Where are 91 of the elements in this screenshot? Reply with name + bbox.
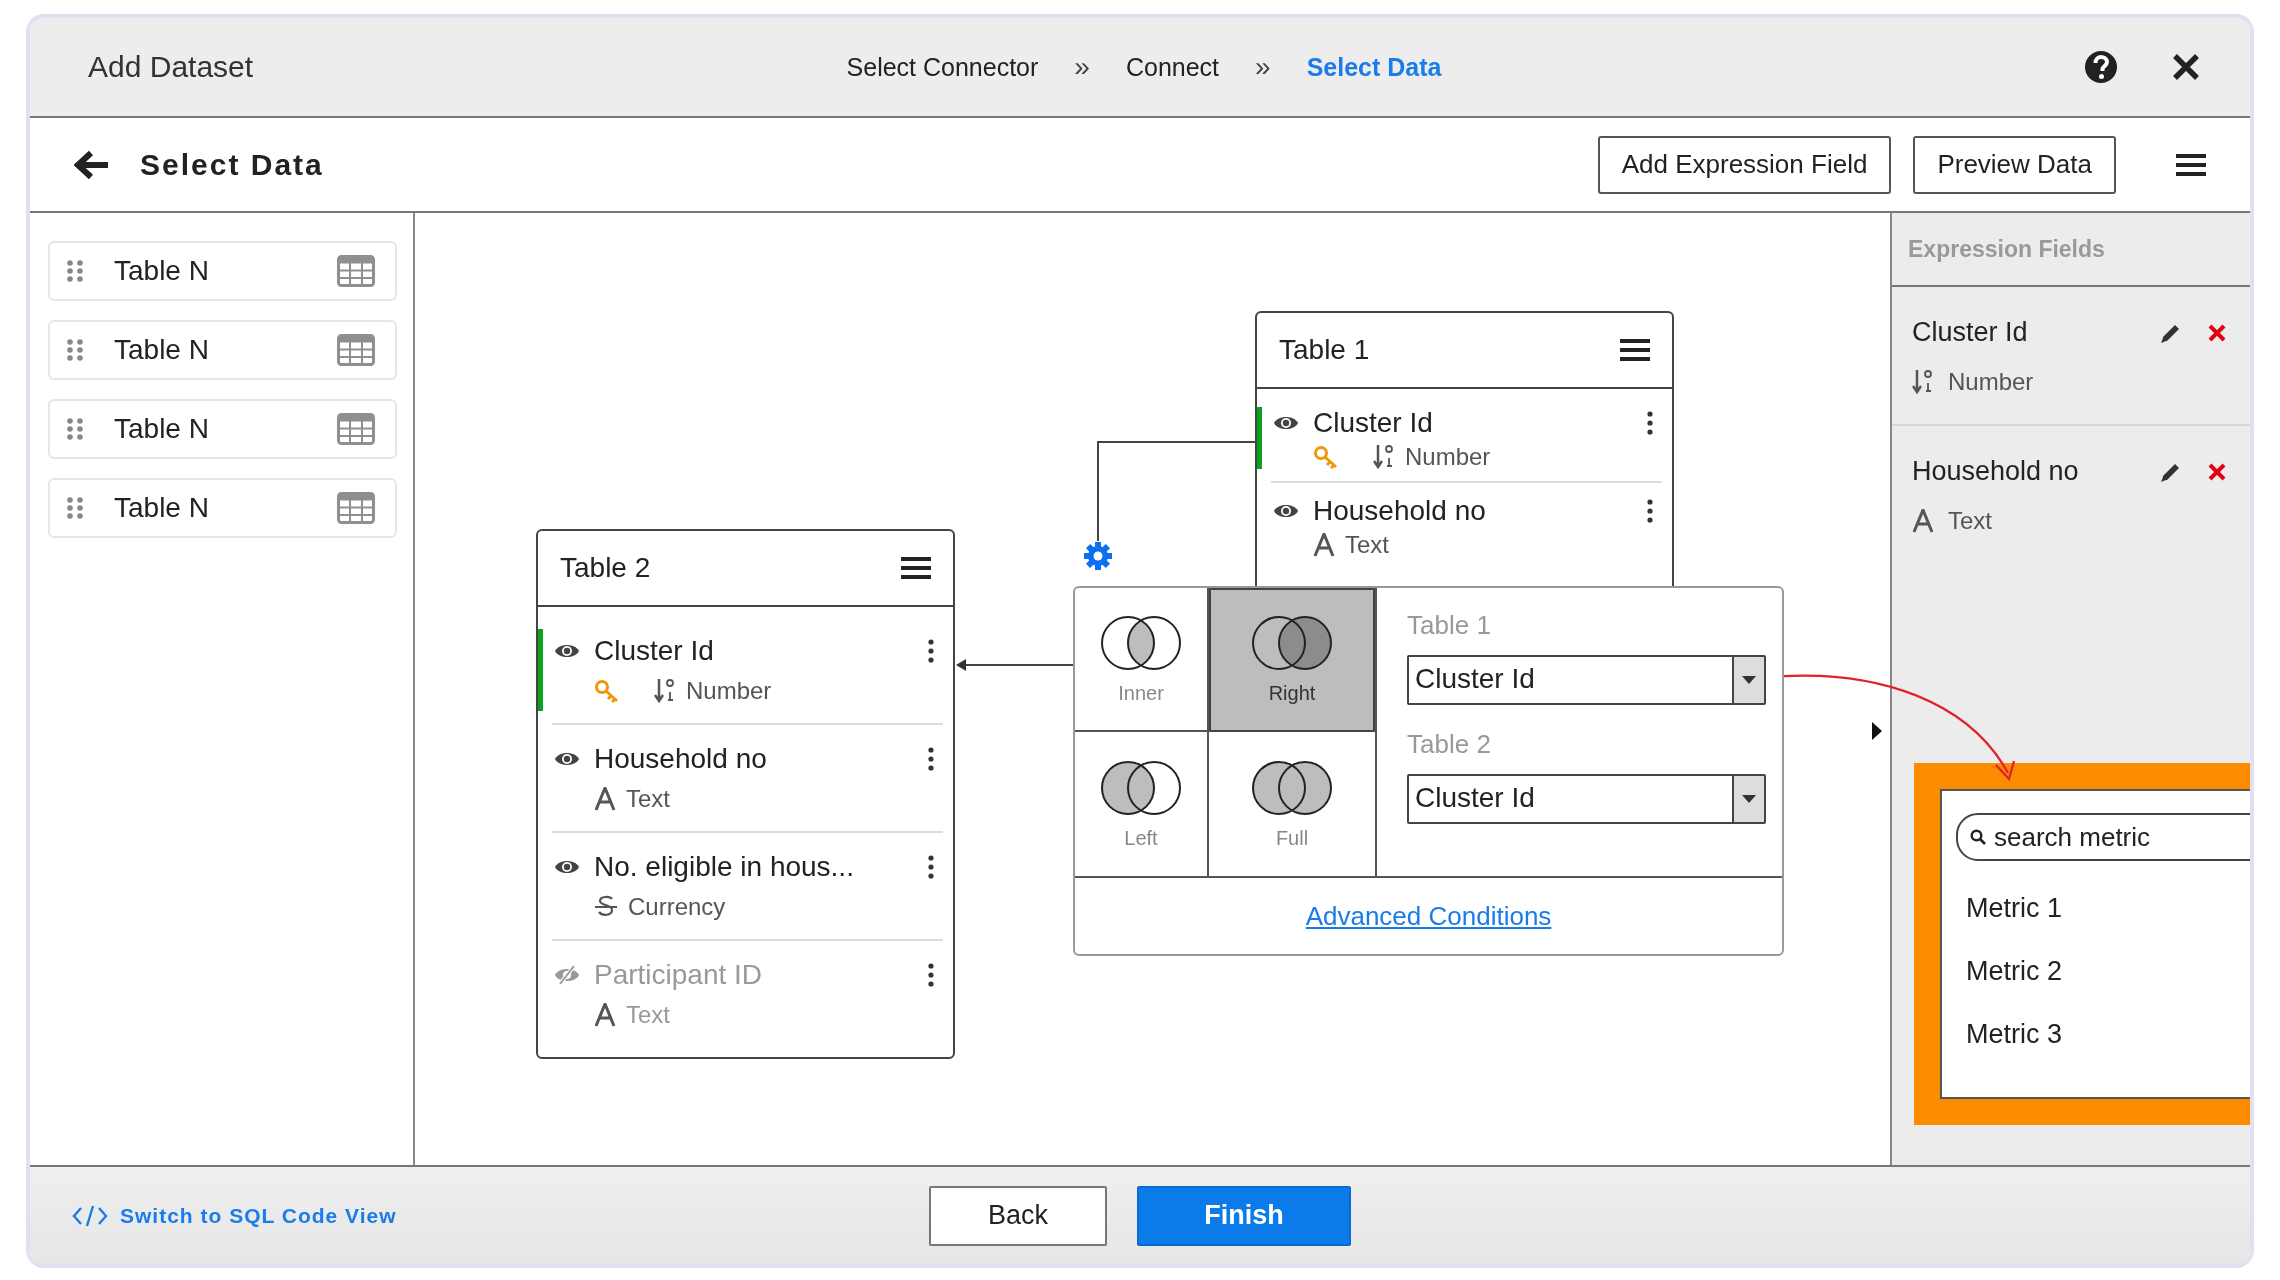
more-icon[interactable] — [927, 963, 935, 987]
code-icon — [72, 1203, 108, 1228]
metric-option[interactable]: Metric 3 — [1956, 1019, 2250, 1050]
drag-handle-icon[interactable] — [66, 339, 84, 361]
panel-title: Expression Fields — [1892, 213, 2250, 287]
drag-handle-icon[interactable] — [66, 418, 84, 440]
join-type-option[interactable]: Full — [1209, 732, 1375, 876]
secondary-button[interactable]: Back — [929, 1185, 1107, 1246]
venn-diagram-icon — [1250, 613, 1334, 672]
field-type: Currency — [628, 893, 726, 921]
eye-icon[interactable] — [554, 751, 580, 767]
text-type-icon — [594, 1003, 616, 1027]
toolbar-button[interactable]: Preview Data — [1913, 135, 2116, 194]
table-list-item[interactable]: Table N — [48, 320, 397, 380]
hidden-eye-icon[interactable] — [554, 965, 580, 985]
back-arrow-icon[interactable] — [74, 149, 110, 180]
dialog-title: Add Dataset — [88, 50, 255, 84]
delete-icon[interactable] — [2208, 462, 2226, 481]
eye-icon[interactable] — [1273, 503, 1299, 519]
field-type: Text — [626, 785, 670, 813]
table-list-item[interactable]: Table N — [48, 399, 397, 459]
table-list-item[interactable]: Table N — [48, 241, 397, 301]
table-icon — [337, 334, 375, 366]
field-type: Number — [686, 677, 772, 705]
field-type: Text — [1345, 531, 1389, 559]
caret-down-icon — [1742, 676, 1756, 684]
eye-icon[interactable] — [554, 643, 580, 659]
caret-right-icon[interactable] — [1872, 722, 1882, 740]
table-title: Table 2 — [560, 552, 651, 584]
venn-diagram-icon — [1250, 758, 1334, 817]
wizard-step[interactable]: Connect — [1125, 52, 1220, 82]
text-type-icon — [594, 787, 616, 811]
text-type-icon — [1313, 533, 1335, 557]
field-type: Number — [1405, 443, 1491, 471]
more-icon[interactable] — [1646, 411, 1654, 435]
more-icon[interactable] — [927, 855, 935, 879]
table-label: Table 1 — [1407, 610, 1492, 641]
step-separator: » — [1074, 51, 1090, 83]
wizard-step[interactable]: Select Connector — [846, 52, 1039, 82]
expression-field-name: Cluster Id — [1912, 317, 2029, 348]
eye-icon[interactable] — [554, 859, 580, 875]
table-icon — [337, 492, 375, 524]
field-name: No. eligible in hous... — [594, 851, 855, 883]
number-type-icon — [1912, 368, 1934, 396]
column-dropdown[interactable]: Cluster Id — [1407, 655, 1766, 705]
drag-handle-icon[interactable] — [66, 260, 84, 282]
wizard-step[interactable]: Select Data — [1306, 52, 1442, 82]
metric-option[interactable]: Metric 2 — [1956, 956, 2250, 987]
field-type: Text — [626, 1001, 670, 1029]
page-title: Select Data — [140, 147, 324, 182]
step-separator: » — [1255, 51, 1271, 83]
toolbar-button[interactable]: Add Expression Field — [1597, 135, 1892, 194]
table-label: Table 2 — [1407, 729, 1492, 760]
table-icon — [337, 255, 375, 287]
number-type-icon — [1373, 443, 1395, 471]
metric-option[interactable]: Metric 1 — [1956, 893, 2250, 924]
text-type-icon — [1912, 509, 1934, 533]
field-name: Cluster Id — [1313, 407, 1434, 439]
column-dropdown[interactable]: Cluster Id — [1407, 774, 1766, 824]
more-icon[interactable] — [927, 639, 935, 663]
field-name: Household no — [1313, 495, 1487, 527]
expression-field-name: Household no — [1912, 456, 2080, 487]
more-icon[interactable] — [927, 747, 935, 771]
field-type: Number — [1948, 368, 2034, 396]
table-icon — [337, 413, 375, 445]
primary-button[interactable]: Finish — [1137, 1185, 1351, 1246]
menu-icon[interactable] — [1620, 338, 1650, 362]
join-type-option[interactable]: Left — [1075, 732, 1209, 876]
caret-down-icon — [1742, 795, 1756, 803]
venn-diagram-icon — [1099, 758, 1183, 817]
table-list-item[interactable]: Table N — [48, 478, 397, 538]
menu-icon[interactable] — [2176, 152, 2206, 177]
field-name: Participant ID — [594, 959, 764, 991]
menu-icon[interactable] — [901, 556, 931, 580]
join-type-option[interactable]: Right — [1209, 588, 1375, 732]
eye-icon[interactable] — [1273, 415, 1299, 431]
field-type: Text — [1948, 507, 1992, 535]
field-name: Household no — [594, 743, 768, 775]
search-icon — [1970, 829, 1986, 845]
field-name: Cluster Id — [594, 635, 715, 667]
venn-diagram-icon — [1099, 613, 1183, 672]
search-field[interactable]: search metric — [1956, 813, 2250, 861]
number-type-icon — [654, 677, 676, 705]
settings-icon[interactable] — [1083, 541, 1113, 571]
delete-icon[interactable] — [2208, 323, 2226, 342]
table-title: Table 1 — [1279, 334, 1370, 366]
help-icon[interactable] — [2084, 50, 2118, 84]
advanced-conditions-link[interactable]: Advanced Conditions — [1305, 900, 1552, 932]
drag-handle-icon[interactable] — [66, 497, 84, 519]
more-icon[interactable] — [1646, 499, 1654, 523]
close-icon[interactable] — [2172, 53, 2200, 81]
